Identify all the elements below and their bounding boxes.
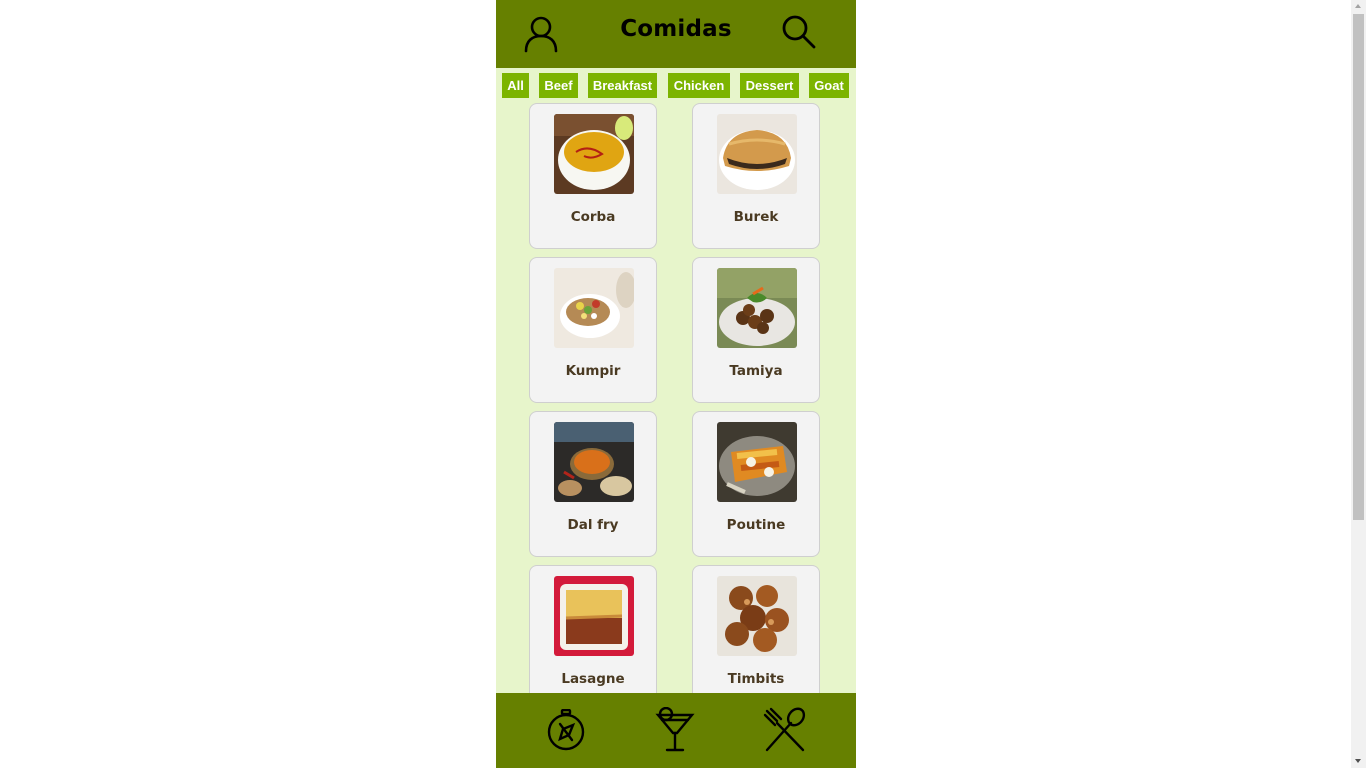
recipe-name: Dal fry xyxy=(567,517,619,533)
recipe-card[interactable]: Timbits xyxy=(692,565,820,711)
recipe-name: Burek xyxy=(733,209,779,225)
filter-all-button[interactable]: All xyxy=(502,73,529,98)
drink-icon[interactable] xyxy=(655,706,695,753)
search-icon[interactable] xyxy=(781,14,817,50)
category-filters: All Beef Breakfast Chicken Dessert Goat xyxy=(496,73,856,98)
recipe-card[interactable]: Corba xyxy=(529,103,657,249)
filter-dessert-button[interactable]: Dessert xyxy=(740,73,799,98)
recipe-image xyxy=(717,268,797,348)
explore-icon[interactable] xyxy=(546,708,586,751)
page: Comidas All Beef Breakfast Chicken Desse… xyxy=(0,0,1366,768)
header: Comidas xyxy=(496,0,856,68)
filter-beef-button[interactable]: Beef xyxy=(539,73,578,98)
recipe-card[interactable]: Dal fry xyxy=(529,411,657,557)
scroll-down-arrow-icon[interactable] xyxy=(1355,759,1361,763)
recipe-image xyxy=(717,114,797,194)
recipe-name: Corba xyxy=(570,209,616,225)
filter-goat-button[interactable]: Goat xyxy=(809,73,849,98)
recipe-name: Poutine xyxy=(726,517,786,533)
recipe-card[interactable]: Kumpir xyxy=(529,257,657,403)
recipe-image xyxy=(717,422,797,502)
recipe-name: Kumpir xyxy=(565,363,621,379)
recipe-name: Tamiya xyxy=(729,363,783,379)
scroll-up-arrow-icon[interactable] xyxy=(1355,4,1361,8)
recipe-image xyxy=(554,268,634,348)
recipe-card[interactable]: Burek xyxy=(692,103,820,249)
recipe-image xyxy=(717,576,797,656)
filter-chicken-button[interactable]: Chicken xyxy=(668,73,730,98)
page-scrollbar[interactable] xyxy=(1351,0,1366,768)
recipe-card[interactable]: Lasagne xyxy=(529,565,657,711)
recipe-name: Lasagne xyxy=(561,671,625,687)
recipe-name: Timbits xyxy=(727,671,785,687)
app-container: Comidas All Beef Breakfast Chicken Desse… xyxy=(496,0,856,768)
recipe-card[interactable]: Poutine xyxy=(692,411,820,557)
scrollbar-thumb[interactable] xyxy=(1353,14,1364,520)
filter-breakfast-button[interactable]: Breakfast xyxy=(588,73,657,98)
meal-icon[interactable] xyxy=(763,707,807,753)
recipe-image xyxy=(554,576,634,656)
bottom-nav xyxy=(496,693,856,768)
recipe-card[interactable]: Tamiya xyxy=(692,257,820,403)
recipe-image xyxy=(554,422,634,502)
recipe-image xyxy=(554,114,634,194)
